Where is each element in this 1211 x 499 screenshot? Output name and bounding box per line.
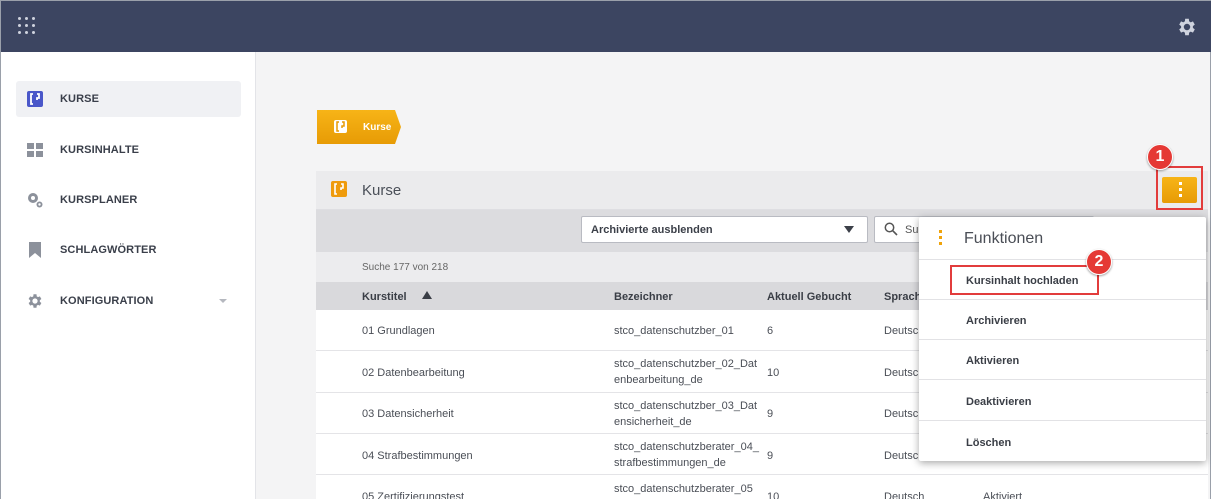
cell-title: 02 Datenbearbeitung: [362, 367, 465, 379]
panel-header: [316, 171, 1208, 210]
search-icon: [884, 222, 898, 236]
cell-identifier: stco_datenschutzber_01: [614, 325, 734, 337]
vertical-dots-icon: [939, 230, 942, 246]
sidebar-item-label: SCHLAGWÖRTER: [60, 244, 157, 256]
menu-item-label: Archivieren: [966, 315, 1027, 327]
cell-booked: 9: [767, 450, 774, 462]
column-header-sprache[interactable]: Sprach: [884, 291, 921, 303]
gear-icon: [28, 294, 42, 308]
bookmark-icon: [29, 242, 41, 258]
sidebar-item-konfiguration[interactable]: KONFIGURATION: [16, 283, 241, 319]
cell-identifier: stco_datenschutzberater_04_strafbestimmu…: [614, 441, 759, 469]
gears-icon: [28, 193, 43, 208]
cell-booked: 6: [767, 325, 774, 337]
cell-language: Deutsc: [884, 325, 919, 337]
course-icon: [331, 181, 347, 197]
sidebar-item-kurse[interactable]: KURSE: [16, 81, 241, 117]
result-count: Suche 177 von 218: [362, 262, 449, 273]
cell-booked: 9: [767, 408, 774, 420]
content-blocks-icon: [27, 143, 43, 157]
highlight-box-upload: [950, 265, 1099, 295]
cell-language: Deutsc: [884, 450, 919, 462]
cell-language: Deutsch: [884, 491, 925, 499]
sidebar: [1, 52, 256, 499]
menu-item-label: Aktivieren: [966, 355, 1020, 367]
cell-title: 03 Datensicherheit: [362, 408, 454, 420]
annotation-badge-2: 2: [1086, 249, 1112, 275]
sort-ascending-icon[interactable]: [422, 291, 432, 299]
cell-language: Deutsc: [884, 367, 919, 379]
cell-identifier: stco_datenschutzber_02_Datenbearbeitung_…: [614, 358, 758, 386]
dropdown-title: Funktionen: [964, 230, 1044, 247]
cell-language: Deutsc: [884, 408, 919, 420]
dropdown-header: [919, 217, 1206, 260]
sidebar-item-schlagwoerter[interactable]: SCHLAGWÖRTER: [16, 232, 241, 268]
cell-status: Aktiviert: [983, 491, 1023, 499]
breadcrumb-label: Kurse: [363, 122, 392, 133]
sidebar-item-label: KURSPLANER: [60, 194, 138, 206]
cell-booked: 10: [767, 367, 780, 379]
apps-grid-icon[interactable]: [18, 17, 36, 35]
menu-item-loeschen[interactable]: [919, 421, 1206, 461]
sidebar-item-label: KURSE: [60, 93, 100, 105]
column-header-bezeichner[interactable]: Bezeichner: [614, 291, 673, 303]
column-header-aktuell-gebucht[interactable]: Aktuell Gebucht: [767, 291, 851, 303]
annotation-badge-1: 1: [1147, 144, 1173, 170]
cell-booked: 10: [767, 491, 780, 499]
course-icon: [27, 91, 43, 107]
page-title: Kurse: [362, 182, 402, 199]
cell-identifier: stco_datenschutzber_03_Datensicherheit_d…: [614, 400, 758, 428]
menu-item-aktivieren[interactable]: [919, 340, 1206, 380]
archive-filter-value: Archivierte ausblenden: [591, 224, 713, 236]
sidebar-item-label: KONFIGURATION: [60, 295, 154, 307]
top-bar: [1, 1, 1211, 52]
menu-item-label: Deaktivieren: [966, 396, 1032, 408]
chevron-down-icon: [219, 299, 227, 303]
search-placeholder: Su: [905, 224, 919, 236]
column-header-kurstitel[interactable]: Kurstitel: [362, 291, 407, 303]
caret-down-icon: [844, 226, 854, 233]
sidebar-item-label: KURSINHALTE: [60, 144, 140, 156]
menu-item-label: Löschen: [966, 437, 1012, 449]
cell-title: 01 Grundlagen: [362, 325, 435, 337]
sidebar-item-kursplaner[interactable]: KURSPLANER: [16, 182, 241, 218]
highlight-box-functions: [1156, 166, 1203, 210]
cell-title: 04 Strafbestimmungen: [362, 450, 473, 462]
cell-identifier: stco_datenschutzberater_05: [614, 483, 753, 495]
menu-item-archivieren[interactable]: [919, 300, 1206, 340]
settings-gear-icon[interactable]: [1176, 16, 1198, 38]
menu-item-deaktivieren[interactable]: [919, 381, 1206, 421]
sidebar-item-kursinhalte[interactable]: KURSINHALTE: [16, 132, 241, 168]
cell-title: 05 Zertifizierungstest: [362, 491, 465, 499]
